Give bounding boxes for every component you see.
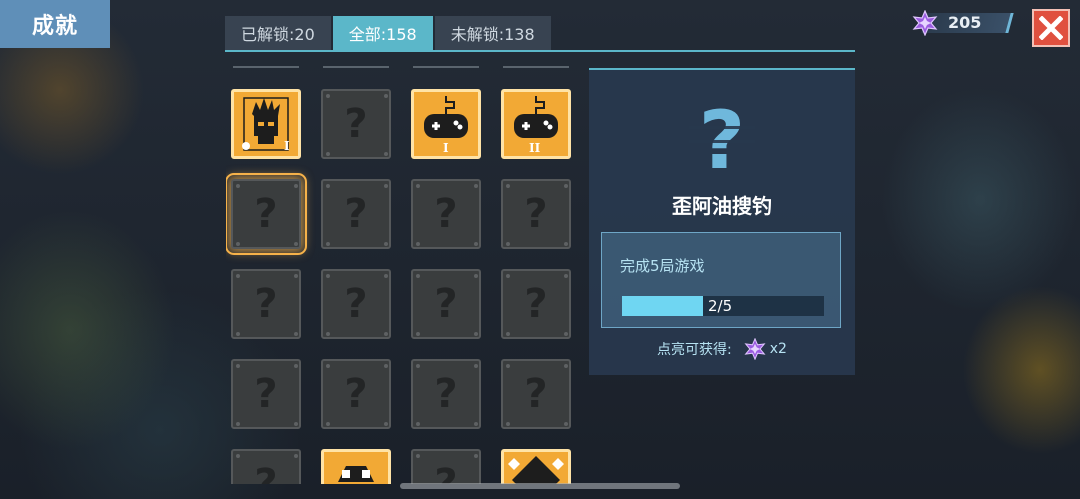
achievement-tile-locked[interactable]: ? xyxy=(231,449,301,484)
question-mark-icon: ? xyxy=(344,101,368,147)
close-button[interactable] xyxy=(1032,9,1070,47)
character-badge-icon: I xyxy=(242,97,290,153)
diamond-badge-icon xyxy=(508,456,564,484)
page-title: 成就 xyxy=(0,0,110,48)
achievement-grid: I ? I II ? ? ? ? ? ? ? ? ? ? ? ? ? ? xyxy=(226,58,582,484)
progress-fill xyxy=(622,296,703,316)
achievement-tile-selected[interactable]: ? xyxy=(226,173,307,255)
question-mark-icon: ? xyxy=(254,371,278,417)
achievement-tile-locked[interactable]: ? xyxy=(321,269,391,339)
achievement-tile-locked[interactable]: ? xyxy=(501,359,571,429)
question-mark-icon: ? xyxy=(344,371,368,417)
achievement-tile-locked[interactable]: ? xyxy=(321,359,391,429)
question-mark-icon: ? xyxy=(344,281,368,327)
question-mark-icon: ? xyxy=(524,191,548,237)
reward-amount: x2 xyxy=(769,341,787,357)
progress-text: 2/5 xyxy=(708,297,733,315)
achievement-tile-locked[interactable]: ? xyxy=(231,359,301,429)
achievement-tile-locked[interactable]: ? xyxy=(321,179,391,249)
tab-all[interactable]: 全部:158 xyxy=(332,16,433,50)
tabs-underline xyxy=(225,50,855,52)
gamepad-badge-icon: I xyxy=(424,96,468,155)
task-box: 完成5局游戏 2/5 xyxy=(601,232,841,328)
achievement-tile-locked[interactable]: ? xyxy=(231,269,301,339)
svg-text:I: I xyxy=(443,141,449,155)
achievement-tile[interactable]: II xyxy=(501,89,571,159)
svg-text:I: I xyxy=(284,139,290,153)
svg-text:II: II xyxy=(529,141,541,155)
question-mark-icon: ? xyxy=(254,191,278,237)
reward-row: 点亮可获得: x2 xyxy=(589,338,855,360)
achievement-tile-locked[interactable]: ? xyxy=(411,269,481,339)
mask-badge-icon xyxy=(338,466,374,482)
currency-display: 205 xyxy=(912,10,1014,36)
achievement-tile-locked[interactable]: ? xyxy=(501,179,571,249)
question-mark-icon: ? xyxy=(524,371,548,417)
achievement-tile[interactable] xyxy=(321,449,391,484)
reward-label: 点亮可获得: xyxy=(657,342,732,358)
achievement-tile-locked[interactable]: ? xyxy=(411,359,481,429)
scrollbar[interactable] xyxy=(400,483,680,489)
task-description: 完成5局游戏 xyxy=(620,257,705,275)
question-mark-icon: ? xyxy=(434,281,458,327)
tab-unlocked[interactable]: 已解锁:20 xyxy=(225,16,331,50)
achievement-tile[interactable] xyxy=(501,449,571,484)
achievement-tile-locked[interactable]: ? xyxy=(411,179,481,249)
question-mark-icon: ? xyxy=(254,281,278,327)
purple-star-gem-icon xyxy=(744,338,766,360)
currency-value: 205 xyxy=(948,13,982,32)
question-mark-icon: ? xyxy=(434,461,458,484)
achievement-tile-locked[interactable]: ? xyxy=(321,89,391,159)
question-mark-icon: ? xyxy=(254,461,278,484)
question-mark-icon: ? xyxy=(344,191,368,237)
achievement-tile-locked[interactable]: ? xyxy=(501,269,571,339)
achievement-detail-panel: ? 歪阿油搜钓 完成5局游戏 2/5 点亮可获得: x2 xyxy=(589,68,855,375)
progress-bar: 2/5 xyxy=(622,296,824,316)
achievement-tile[interactable]: I xyxy=(411,89,481,159)
close-icon xyxy=(1039,16,1063,40)
gamepad-badge-icon: II xyxy=(514,96,558,155)
achievement-tile-locked[interactable]: ? xyxy=(411,449,481,484)
question-mark-icon: ? xyxy=(434,191,458,237)
purple-star-gem-icon xyxy=(912,10,938,36)
question-mark-icon: ? xyxy=(524,281,548,327)
question-mark-icon: ? xyxy=(434,371,458,417)
page-title-text: 成就 xyxy=(31,14,78,39)
achievement-name: 歪阿油搜钓 xyxy=(672,194,772,218)
achievement-tile[interactable]: I xyxy=(231,89,301,159)
tab-locked[interactable]: 未解锁:138 xyxy=(434,16,551,50)
question-mark-icon: ? xyxy=(689,100,755,180)
filter-tabs: 已解锁:20 全部:158 未解锁:138 xyxy=(225,16,553,50)
